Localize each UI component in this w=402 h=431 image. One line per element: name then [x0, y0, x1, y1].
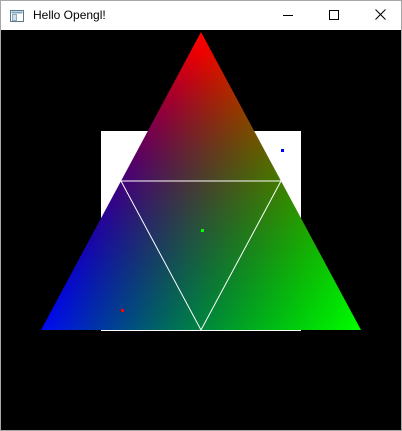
app-window: Hello Opengl! [0, 0, 402, 431]
maximize-icon [329, 7, 339, 25]
render-surface [41, 32, 361, 332]
opengl-canvas[interactable] [1, 30, 401, 430]
blue-point [281, 149, 284, 152]
close-icon [374, 7, 386, 25]
window-title: Hello Opengl! [33, 8, 106, 22]
minimize-button[interactable] [265, 1, 311, 30]
maximize-button[interactable] [311, 1, 357, 30]
window-app-icon[interactable] [10, 9, 24, 22]
minimize-icon [283, 7, 293, 25]
title-bar[interactable]: Hello Opengl! [1, 1, 401, 30]
red-point [121, 309, 124, 312]
close-button[interactable] [357, 1, 401, 30]
green-point [201, 229, 204, 232]
